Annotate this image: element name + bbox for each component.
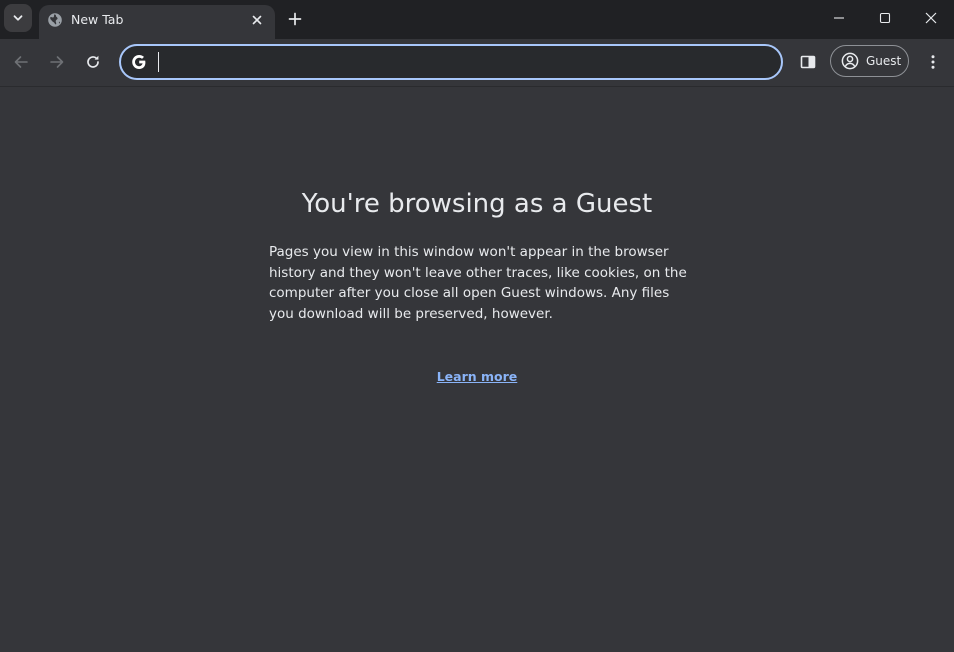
google-g-icon: [132, 55, 146, 69]
learn-more-link[interactable]: Learn more: [437, 369, 518, 384]
tab-title: New Tab: [71, 12, 124, 27]
reload-icon: [87, 55, 99, 68]
tab-new-tab[interactable]: New Tab: [39, 5, 275, 39]
page-content: You're browsing as a Guest Pages you vie…: [0, 87, 954, 652]
minimize-button[interactable]: [824, 4, 854, 32]
arrow-left-icon: [14, 56, 28, 68]
toolbar: Guest: [0, 39, 954, 87]
account-circle-icon: [841, 52, 859, 70]
new-tab-button[interactable]: [283, 7, 307, 31]
menu-button[interactable]: [920, 49, 946, 75]
text-caret: [158, 52, 159, 72]
tab-strip: New Tab: [0, 0, 954, 39]
tab-close-button[interactable]: [247, 10, 267, 30]
side-panel-button[interactable]: [795, 49, 821, 75]
guest-description: Pages you view in this window won't appe…: [269, 244, 687, 322]
maximize-icon: [879, 12, 891, 24]
tab-search-button[interactable]: [4, 4, 32, 32]
page-title: You're browsing as a Guest: [301, 189, 653, 219]
omnibox-input[interactable]: [157, 50, 757, 74]
close-window-button[interactable]: [916, 4, 946, 32]
chevron-down-icon: [13, 15, 23, 21]
forward-button[interactable]: [44, 49, 70, 75]
plus-icon: [288, 12, 302, 26]
profile-label: Guest: [866, 54, 902, 68]
minimize-icon: [834, 17, 844, 19]
more-vertical-icon: [931, 55, 935, 69]
close-icon: [925, 12, 937, 24]
profile-button[interactable]: Guest: [830, 45, 909, 77]
learn-more-container: Learn more: [0, 369, 954, 385]
side-panel-icon: [800, 55, 816, 69]
address-bar[interactable]: [119, 44, 783, 80]
reload-button[interactable]: [80, 49, 106, 75]
globe-icon: [48, 13, 62, 27]
close-icon: [252, 15, 262, 25]
browser-window: New Tab Guest You're browsing as a Guest…: [0, 0, 954, 652]
maximize-button[interactable]: [870, 4, 900, 32]
back-button[interactable]: [8, 49, 34, 75]
arrow-right-icon: [50, 56, 64, 68]
